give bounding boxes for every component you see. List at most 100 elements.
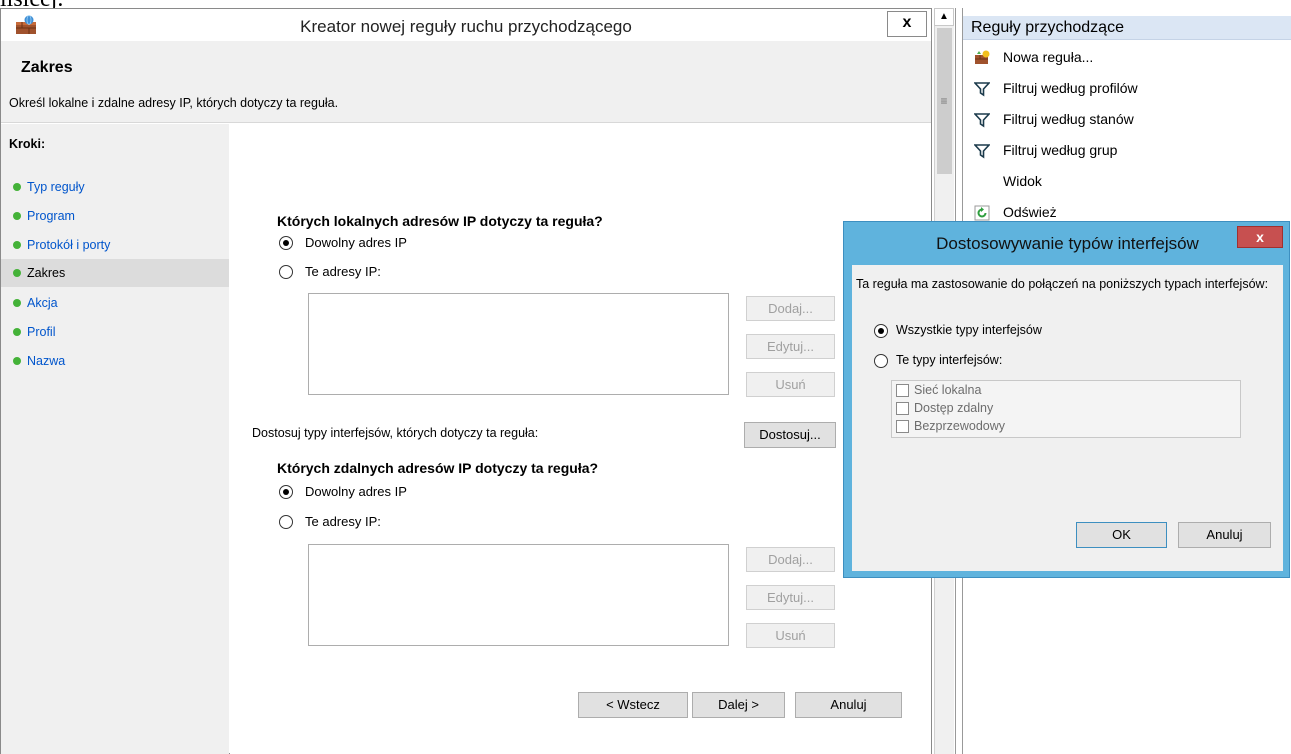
remote-these-ip-radio-row[interactable]: Te adresy IP: bbox=[279, 513, 579, 533]
page-title: Zakres bbox=[21, 59, 73, 76]
steps-title: Kroki: bbox=[9, 137, 46, 151]
step-label: Akcja bbox=[27, 296, 58, 310]
remote-any-ip-label: Dowolny adres IP bbox=[305, 484, 407, 499]
step-bullet-icon bbox=[13, 183, 21, 191]
dialog-cancel-button[interactable]: Anuluj bbox=[1178, 522, 1271, 548]
filter-icon bbox=[974, 113, 990, 128]
wizard-close-button[interactable]: x bbox=[887, 11, 927, 37]
action-label: Widok bbox=[1003, 173, 1042, 189]
wizard-title: Kreator nowej reguły ruchu przychodząceg… bbox=[300, 17, 632, 36]
step-bullet-icon bbox=[13, 357, 21, 365]
type-remote-row[interactable]: Dostęp zdalny bbox=[892, 400, 1232, 418]
step-bullet-icon bbox=[13, 299, 21, 307]
page-description: Określ lokalne i zdalne adresy IP, który… bbox=[9, 96, 339, 110]
step-rule-type[interactable]: Typ reguły bbox=[1, 173, 229, 201]
action-new-rule[interactable]: Nowa reguła... bbox=[963, 42, 1291, 72]
step-label: Protokół i porty bbox=[27, 238, 111, 252]
interface-types-list: Sieć lokalna Dostęp zdalny Bezprzewodowy bbox=[891, 380, 1241, 438]
all-types-radio-row[interactable]: Wszystkie typy interfejsów bbox=[874, 322, 1174, 342]
type-lan-label: Sieć lokalna bbox=[914, 383, 982, 397]
scroll-up-icon[interactable]: ▲ bbox=[934, 8, 954, 26]
dialog-title: Dostosowywanie typów interfejsów bbox=[936, 234, 1199, 253]
step-program[interactable]: Program bbox=[1, 202, 229, 230]
remote-edit-button[interactable]: Edytuj... bbox=[746, 585, 835, 610]
wizard-titlebar: Kreator nowej reguły ruchu przychodząceg… bbox=[1, 9, 931, 41]
type-wireless-checkbox[interactable] bbox=[896, 420, 909, 433]
back-button[interactable]: < Wstecz bbox=[578, 692, 688, 718]
step-bullet-icon bbox=[13, 241, 21, 249]
local-any-ip-label: Dowolny adres IP bbox=[305, 235, 407, 250]
step-label: Zakres bbox=[27, 266, 66, 280]
these-types-radio[interactable] bbox=[874, 354, 888, 368]
local-any-ip-radio-row[interactable]: Dowolny adres IP bbox=[279, 234, 579, 254]
step-scope[interactable]: Zakres bbox=[1, 259, 229, 287]
step-label: Nazwa bbox=[27, 354, 66, 368]
wizard-window: Kreator nowej reguły ruchu przychodząceg… bbox=[0, 8, 932, 754]
customize-button[interactable]: Dostosuj... bbox=[744, 422, 836, 448]
type-lan-row[interactable]: Sieć lokalna bbox=[892, 382, 1232, 400]
local-these-ip-label: Te adresy IP: bbox=[305, 264, 381, 279]
type-wireless-label: Bezprzewodowy bbox=[914, 419, 1006, 433]
local-remove-button[interactable]: Usuń bbox=[746, 372, 835, 397]
action-filter-groups[interactable]: Filtruj według grup bbox=[963, 135, 1291, 165]
action-filter-profiles[interactable]: Filtruj według profilów bbox=[963, 73, 1291, 103]
local-add-button[interactable]: Dodaj... bbox=[746, 296, 835, 321]
steps-panel: Kroki: Typ reguły Program Protokół i por… bbox=[1, 124, 229, 754]
remote-these-ip-radio[interactable] bbox=[279, 515, 293, 529]
type-remote-checkbox[interactable] bbox=[896, 402, 909, 415]
filter-icon bbox=[974, 144, 990, 159]
remote-ip-question: Których zdalnych adresów IP dotyczy ta r… bbox=[277, 460, 599, 476]
refresh-icon bbox=[974, 205, 990, 221]
local-ip-listbox[interactable] bbox=[308, 293, 729, 395]
action-view[interactable]: Widok bbox=[963, 166, 1291, 196]
remote-these-ip-label: Te adresy IP: bbox=[305, 514, 381, 529]
step-label: Profil bbox=[27, 325, 56, 339]
dialog-body: Ta reguła ma zastosowanie do połączeń na… bbox=[852, 265, 1283, 571]
action-label: Filtruj według profilów bbox=[1003, 80, 1138, 96]
remote-any-ip-radio[interactable] bbox=[279, 485, 293, 499]
remote-remove-button[interactable]: Usuń bbox=[746, 623, 835, 648]
scroll-grip-icon: ≡ bbox=[940, 94, 948, 108]
dialog-close-button[interactable]: x bbox=[1237, 226, 1283, 248]
filter-icon bbox=[974, 82, 990, 97]
step-profile[interactable]: Profil bbox=[1, 318, 229, 346]
step-bullet-icon bbox=[13, 269, 21, 277]
action-label: Odśwież bbox=[1003, 204, 1057, 220]
new-rule-icon bbox=[975, 50, 990, 64]
wizard-content: Których lokalnych adresów IP dotyczy ta … bbox=[230, 124, 931, 754]
wizard-header: Zakres Określ lokalne i zdalne adresy IP… bbox=[1, 41, 931, 123]
action-label: Filtruj według stanów bbox=[1003, 111, 1134, 127]
next-button[interactable]: Dalej > bbox=[692, 692, 785, 718]
action-label: Nowa reguła... bbox=[1003, 49, 1094, 65]
local-edit-button[interactable]: Edytuj... bbox=[746, 334, 835, 359]
interface-types-label: Dostosuj typy interfejsów, których dotyc… bbox=[252, 426, 539, 440]
local-these-ip-radio-row[interactable]: Te adresy IP: bbox=[279, 263, 579, 283]
cancel-button[interactable]: Anuluj bbox=[795, 692, 902, 718]
local-any-ip-radio[interactable] bbox=[279, 236, 293, 250]
type-wireless-row[interactable]: Bezprzewodowy bbox=[892, 418, 1232, 436]
step-protocol-ports[interactable]: Protokół i porty bbox=[1, 231, 229, 259]
step-label: Typ reguły bbox=[27, 180, 85, 194]
step-bullet-icon bbox=[13, 328, 21, 336]
all-types-label: Wszystkie typy interfejsów bbox=[896, 323, 1042, 337]
local-these-ip-radio[interactable] bbox=[279, 265, 293, 279]
step-action[interactable]: Akcja bbox=[1, 289, 229, 317]
interface-types-dialog: Dostosowywanie typów interfejsów x Ta re… bbox=[843, 221, 1290, 578]
remote-add-button[interactable]: Dodaj... bbox=[746, 547, 835, 572]
remote-any-ip-radio-row[interactable]: Dowolny adres IP bbox=[279, 483, 579, 503]
ok-button[interactable]: OK bbox=[1076, 522, 1167, 548]
action-filter-states[interactable]: Filtruj według stanów bbox=[963, 104, 1291, 134]
dialog-description: Ta reguła ma zastosowanie do połączeń na… bbox=[856, 277, 1269, 291]
all-types-radio[interactable] bbox=[874, 324, 888, 338]
step-name[interactable]: Nazwa bbox=[1, 347, 229, 375]
step-label: Program bbox=[27, 209, 75, 223]
these-types-radio-row[interactable]: Te typy interfejsów: bbox=[874, 352, 1174, 372]
remote-ip-listbox[interactable] bbox=[308, 544, 729, 646]
step-bullet-icon bbox=[13, 212, 21, 220]
these-types-label: Te typy interfejsów: bbox=[896, 353, 1003, 367]
action-label: Filtruj według grup bbox=[1003, 142, 1118, 158]
actions-header[interactable]: Reguły przychodzące bbox=[963, 16, 1291, 40]
type-remote-label: Dostęp zdalny bbox=[914, 401, 994, 415]
local-ip-question: Których lokalnych adresów IP dotyczy ta … bbox=[277, 213, 603, 229]
type-lan-checkbox[interactable] bbox=[896, 384, 909, 397]
